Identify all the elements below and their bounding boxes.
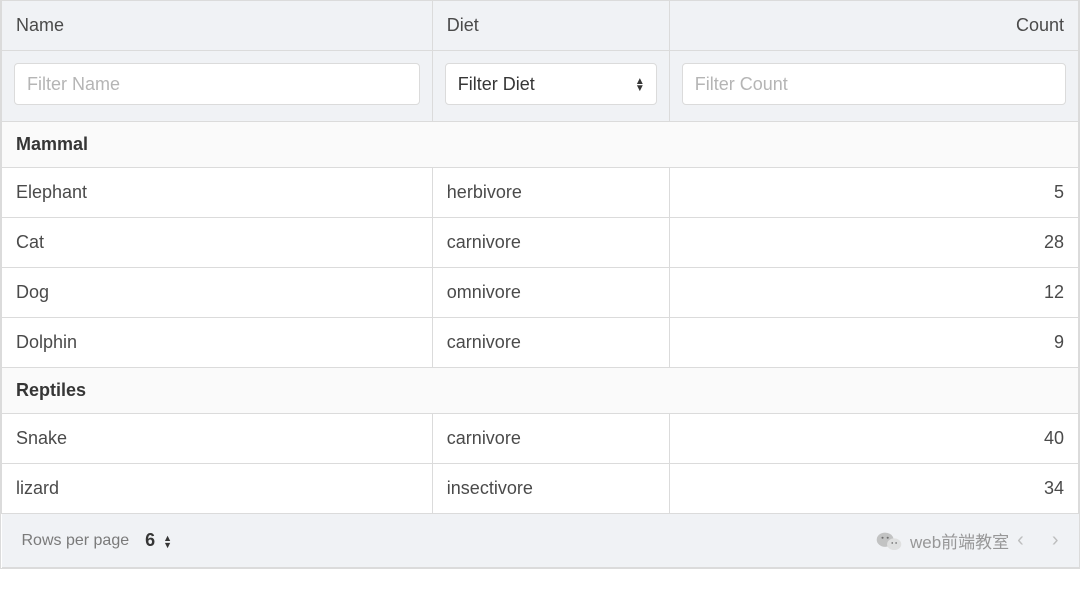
table-row: lizardinsectivore34 xyxy=(2,464,1079,514)
table-row: Elephantherbivore5 xyxy=(2,168,1079,218)
filter-diet-select-wrap: Filter Diet ▲▼ xyxy=(445,63,657,105)
header-name[interactable]: Name xyxy=(2,1,433,51)
cell-count: 12 xyxy=(669,268,1078,318)
prev-page-button[interactable]: ‹ xyxy=(1017,529,1024,552)
filter-count-input[interactable] xyxy=(682,63,1066,105)
table-filter-row: Filter Diet ▲▼ xyxy=(2,51,1079,122)
cell-name: Cat xyxy=(2,218,433,268)
next-page-button[interactable]: › xyxy=(1052,529,1059,552)
cell-count: 40 xyxy=(669,414,1078,464)
wechat-icon xyxy=(876,530,902,552)
filter-name-input[interactable] xyxy=(14,63,420,105)
cell-count: 28 xyxy=(669,218,1078,268)
header-diet[interactable]: Diet xyxy=(432,1,669,51)
group-title: Mammal xyxy=(2,122,1079,168)
table-footer: Rows per page 6 ▲▼ xyxy=(2,514,1079,568)
rows-per-page-value: 6 xyxy=(145,530,155,551)
select-arrows-icon: ▲▼ xyxy=(163,534,172,548)
group-title: Reptiles xyxy=(2,368,1079,414)
cell-name: Dolphin xyxy=(2,318,433,368)
cell-diet: carnivore xyxy=(432,414,669,464)
watermark: web前端教室 ‹ › xyxy=(876,528,1059,553)
table-header-row: Name Diet Count xyxy=(2,1,1079,51)
cell-name: lizard xyxy=(2,464,433,514)
cell-diet: omnivore xyxy=(432,268,669,318)
rows-per-page-select[interactable]: 6 ▲▼ xyxy=(145,530,172,551)
pagination-arrows: ‹ › xyxy=(1017,529,1058,552)
header-count[interactable]: Count xyxy=(669,1,1078,51)
cell-diet: insectivore xyxy=(432,464,669,514)
data-table: Name Diet Count Filter Diet ▲▼ xyxy=(0,0,1080,569)
table-body: MammalElephantherbivore5Catcarnivore28Do… xyxy=(2,122,1079,514)
cell-diet: carnivore xyxy=(432,218,669,268)
rows-per-page: Rows per page 6 ▲▼ xyxy=(22,530,173,551)
cell-diet: carnivore xyxy=(432,318,669,368)
cell-count: 9 xyxy=(669,318,1078,368)
group-header: Mammal xyxy=(2,122,1079,168)
filter-diet-select[interactable]: Filter Diet xyxy=(445,63,657,105)
cell-name: Snake xyxy=(2,414,433,464)
cell-diet: herbivore xyxy=(432,168,669,218)
group-header: Reptiles xyxy=(2,368,1079,414)
cell-name: Elephant xyxy=(2,168,433,218)
cell-count: 34 xyxy=(669,464,1078,514)
table-row: Dogomnivore12 xyxy=(2,268,1079,318)
watermark-text: web前端教室 xyxy=(910,528,1009,553)
table-row: Snakecarnivore40 xyxy=(2,414,1079,464)
cell-count: 5 xyxy=(669,168,1078,218)
table-row: Dolphincarnivore9 xyxy=(2,318,1079,368)
table-row: Catcarnivore28 xyxy=(2,218,1079,268)
rows-per-page-label: Rows per page xyxy=(22,532,130,550)
cell-name: Dog xyxy=(2,268,433,318)
